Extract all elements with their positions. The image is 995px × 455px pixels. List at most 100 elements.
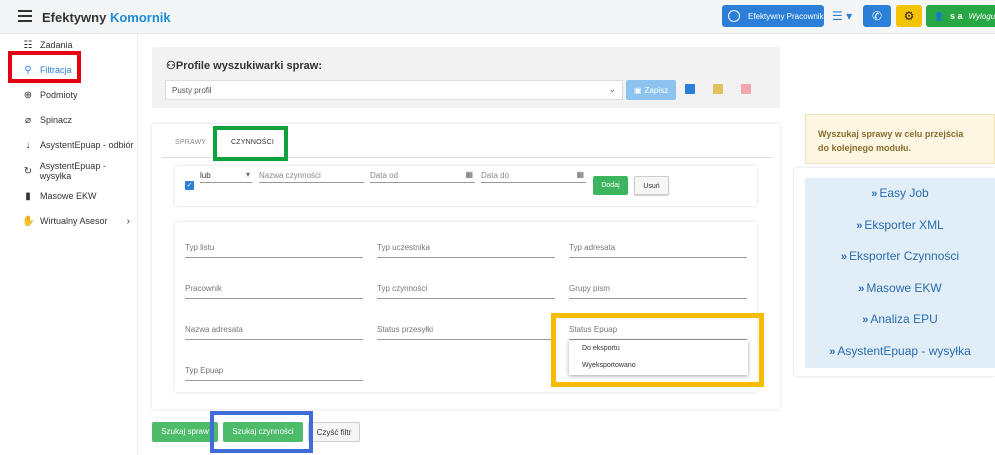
modules-list [805,178,995,368]
sidebar-item-label: AsystentEpuap - wysyłka [39,161,106,181]
grupy-pism-select[interactable]: Grupy pism [569,281,747,299]
globe-icon: ⊕ [23,89,33,101]
highlight-yellow-box [551,313,764,387]
hamburger-menu-icon[interactable] [18,10,32,22]
typ-adresata-select[interactable]: Typ adresata [569,240,747,258]
sidebar-item-label: Masowe EKW [40,191,97,201]
app-title-part1: Efektywny [42,10,107,25]
highlight-green-box [213,126,288,161]
calendar-icon: ▦ [465,170,473,179]
highlight-blue-box [210,411,313,453]
highlight-red-box [8,51,81,83]
module-link-easy-job[interactable]: » Easy Job [805,186,995,200]
top-bar: Efektywny Komornik Efektywny Pracownik ☰… [0,0,995,34]
calendar-icon: ▦ [576,170,584,179]
search-cases-button[interactable]: Szukaj spraw [152,422,218,442]
add-button[interactable]: Dodaj [593,176,628,195]
tab-sprawy[interactable]: SPRAWY [175,139,206,146]
caret-down-icon: ▾ [245,170,250,179]
module-link-asystent-wysylka[interactable]: » AsystentEpuap - wysyłka [805,344,995,358]
info-line-1: Wyszukaj sprawy w celu przejścia [818,129,964,139]
save-profile-button[interactable]: ▣ Zapisz [626,80,676,100]
copy-icon[interactable] [685,84,695,94]
user-initials: s a [949,11,963,21]
typ-listu-select[interactable]: Typ listu [185,240,363,258]
double-chevron-right-icon: » [840,251,848,263]
module-link-masowe-ekw[interactable]: » Masowe EKW [805,281,995,295]
sidebar-item-wirtualny-asesor[interactable]: ✋ Wirtualny Asesor › [0,211,138,231]
module-link-eksporter-xml[interactable]: » Eksporter XML [805,218,995,232]
double-chevron-right-icon: » [829,346,836,358]
module-link-label: Masowe EKW [866,281,942,295]
sidebar-item-masowe-ekw[interactable]: ▮ Masowe EKW [0,186,138,206]
module-link-label: Easy Job [879,186,929,200]
sidebar-item-label: Spinacz [40,115,73,125]
info-line-2: do kolejnego modułu. [818,143,911,153]
logic-select-value: lub [200,171,211,180]
profile-select[interactable]: Pusty profil ⌄ [165,80,623,100]
double-chevron-right-icon: » [856,220,863,232]
profile-title-text: Profile wyszukiwarki spraw: [175,60,322,72]
sidebar-item-podmioty[interactable]: ⊕ Podmioty [0,85,138,105]
module-link-eksporter-czynnosci[interactable]: » Eksporter Czynności [805,249,995,263]
menu-dropdown-icon[interactable]: ☰ ▾ [832,9,852,23]
typ-uczestnika-select[interactable]: Typ uczestnika [377,240,555,258]
book-icon: ▮ [25,190,31,202]
module-link-label: Eksporter Czynności [849,249,960,263]
arrow-down-icon: ↓ [25,139,31,151]
chevron-right-icon: › [126,215,130,227]
remove-button[interactable]: Usuń [634,176,669,195]
module-link-analiza-epu[interactable]: » Analiza EPU [805,312,995,326]
user-button[interactable]: 👤 s a Wylogu [926,5,995,27]
date-from-placeholder: Data od [370,171,399,180]
efektywny-pracownik-button[interactable]: Efektywny Pracownik [722,5,824,27]
gear-icon[interactable]: ⚙ [896,5,922,27]
profile-title: ⚇Profile wyszukiwarki spraw: [166,59,322,72]
date-to-placeholder: Data do [481,171,510,180]
double-chevron-right-icon: » [862,314,869,326]
user-icon: 👤 [934,11,944,21]
activity-name-input[interactable]: Nazwa czynności [259,166,364,183]
app-title: Efektywny Komornik [42,10,171,25]
sidebar-item-asystent-odbior[interactable]: ↓ AsystentEpuap - odbiór [0,135,138,155]
date-to-input[interactable]: Data do ▦ [481,166,586,183]
redo-icon: ↻ [23,165,33,177]
sidebar-item-label: Podmioty [40,90,78,100]
save-icon: ▣ [633,85,642,95]
profile-select-value: Pusty profil [172,86,212,95]
logic-select[interactable]: lub ▾ [200,166,252,183]
module-link-label: Analiza EPU [870,312,938,326]
double-chevron-right-icon: » [858,283,865,295]
paperclip-icon: ⌀ [24,114,32,126]
module-link-label: AsystentEpuap - wysyłka [837,344,971,358]
efektywny-pracownik-label: Efektywny Pracownik [748,11,824,21]
users-icon: ⚇ [166,60,176,72]
pracownik-select[interactable]: Pracownik [185,281,363,299]
save-profile-label: Zapisz [644,85,669,95]
date-from-input[interactable]: Data od ▦ [370,166,475,183]
logout-label[interactable]: Wylogu [968,12,995,21]
edit-icon[interactable] [713,84,723,94]
status-przesylki-select[interactable]: Status przesyłki [377,322,555,340]
profile-card: ⚇Profile wyszukiwarki spraw: Pusty profi… [152,47,780,108]
double-chevron-right-icon: » [871,188,878,200]
app-title-part2: Komornik [109,10,171,25]
chevron-down-icon: ⌄ [608,84,616,94]
nazwa-adresata-input[interactable]: Nazwa adresata [185,322,363,340]
list-icon: ☷ [23,39,33,51]
typ-czynnosci-select[interactable]: Typ czynności [377,281,555,299]
phone-icon[interactable]: ✆ [863,5,891,27]
typ-epuap-select[interactable]: Typ Epuap [185,363,363,381]
trash-icon[interactable] [741,84,751,94]
sidebar-item-asystent-wysylka[interactable]: ↻ AsystentEpuap - wysyłka [0,161,138,181]
check-circle-icon [728,10,740,22]
sidebar-item-spinacz[interactable]: ⌀ Spinacz [0,110,138,130]
handshake-icon: ✋ [22,215,35,227]
sidebar-item-label: Zadania [40,40,73,50]
sidebar-item-label: Wirtualny Asesor [40,216,108,226]
clear-filter-button[interactable]: Czyść filtr [308,422,360,442]
activity-filter-row: ✓ lub ▾ Nazwa czynności Data od ▦ Data do ▦… [175,166,757,206]
module-link-label: Eksporter XML [864,218,944,232]
sidebar-item-label: AsystentEpuap - odbiór [40,140,134,150]
filter-checkbox[interactable]: ✓ [185,181,194,190]
